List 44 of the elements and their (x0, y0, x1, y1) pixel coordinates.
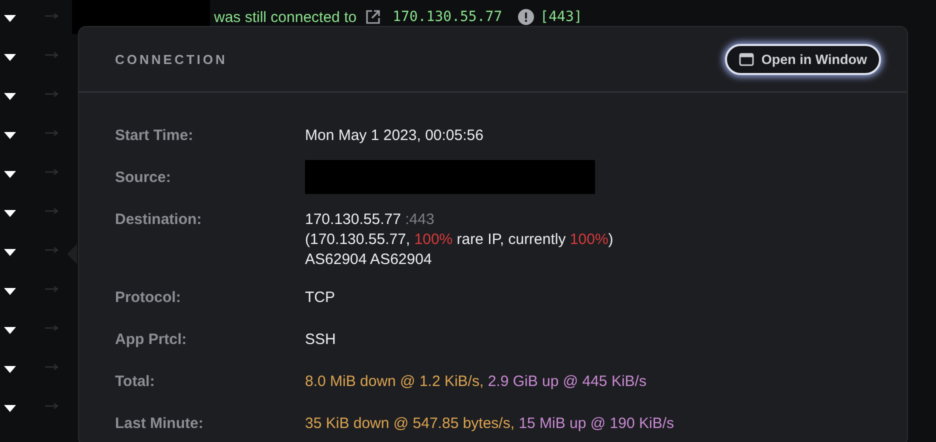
caret-icon[interactable] (4, 132, 16, 139)
event-message: was still connected to (214, 8, 357, 26)
arrow-icon (45, 403, 59, 409)
caret-icon[interactable] (4, 288, 16, 295)
external-link-icon[interactable] (364, 9, 381, 25)
field-value: (170.130.55.77, 100% rare IP, currently 100%) (305, 230, 614, 250)
ip-address[interactable]: 170.130.55.77 (392, 9, 502, 25)
caret-icon[interactable] (4, 210, 16, 217)
arrow-icon (45, 325, 59, 331)
caret-icon[interactable] (4, 249, 16, 256)
field-value: 170.130.55.77 :443 (305, 210, 436, 230)
field-value: SSH (305, 330, 336, 350)
arrow-icon (45, 91, 59, 97)
field-label: Protocol: (115, 288, 182, 308)
arrow-icon (45, 208, 59, 214)
caret-icon[interactable] (4, 93, 16, 100)
caret-icon[interactable] (4, 171, 16, 178)
caret-icon[interactable] (4, 366, 16, 373)
field-value: Mon May 1 2023, 00:05:56 (305, 126, 484, 146)
field-label: Total: (115, 372, 156, 392)
arrow-icon (45, 247, 59, 253)
field-label: Last Minute: (115, 414, 204, 434)
port-number: [443] (540, 9, 582, 25)
arrow-icon (45, 364, 59, 370)
field-value: 8.0 MiB down @ 1.2 KiB/s, 2.9 GiB up @ 445 KiB/s (305, 372, 646, 392)
field-value: AS62904 AS62904 (305, 250, 433, 270)
caret-icon[interactable] (4, 15, 16, 22)
panel-title: CONNECTION (115, 52, 228, 66)
window-icon (739, 52, 754, 66)
field-label: App Prtcl: (115, 330, 188, 350)
arrow-icon (45, 52, 59, 58)
caret-icon[interactable] (4, 405, 16, 412)
field-label: Source: (115, 168, 172, 188)
arrow-icon (45, 130, 59, 136)
field-value: TCP (305, 288, 335, 308)
arrow-icon (45, 169, 59, 175)
caret-icon[interactable] (4, 327, 16, 334)
field-label: Destination: (115, 210, 203, 230)
arrow-icon (45, 13, 59, 19)
open-in-window-button[interactable]: Open in Window (725, 44, 881, 74)
field-value: 35 KiB down @ 547.85 bytes/s, 15 MiB up @ 190 KiB/s (305, 414, 674, 434)
field-label: Start Time: (115, 126, 194, 146)
arrow-icon (45, 286, 59, 292)
caret-icon[interactable] (4, 54, 16, 61)
